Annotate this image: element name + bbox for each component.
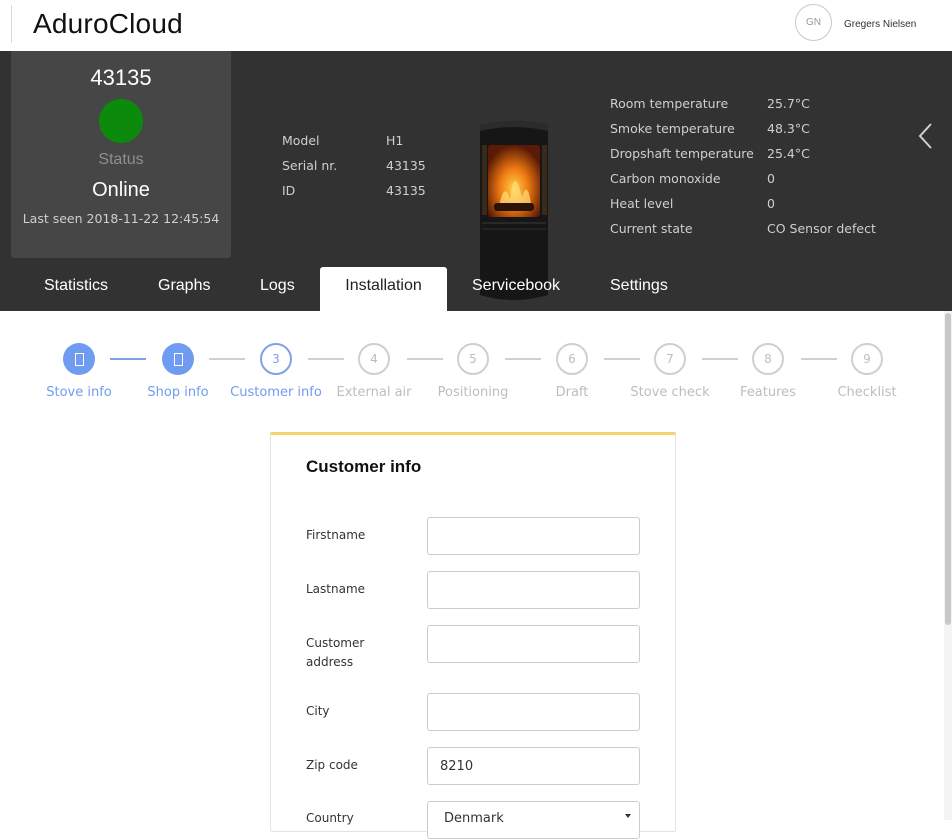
step-4-circle[interactable]: 4 (358, 343, 390, 375)
step-9-circle[interactable]: 9 (851, 343, 883, 375)
firstname-field[interactable] (427, 517, 640, 555)
reading-value: 0 (767, 196, 775, 211)
country-selected-value: Denmark (444, 811, 504, 826)
lastname-field[interactable] (427, 571, 640, 609)
step-8-circle[interactable]: 8 (752, 343, 784, 375)
reading-value: 25.7°C (767, 96, 810, 111)
device-number: 43135 (90, 65, 152, 90)
step-connector (801, 358, 837, 360)
step-1-label[interactable]: Stove info (24, 385, 134, 400)
step-7-circle[interactable]: 7 (654, 343, 686, 375)
spec-value: H1 (386, 133, 404, 148)
lastname-label: Lastname (306, 582, 366, 596)
reading-label: Room temperature (610, 96, 729, 111)
step-connector (604, 358, 640, 360)
reading-value: 48.3°C (767, 121, 810, 136)
step-3-label[interactable]: Customer info (221, 385, 331, 400)
tab-logs[interactable]: Logs (260, 267, 295, 311)
step-5-circle[interactable]: 5 (457, 343, 489, 375)
status-indicator-dot (99, 99, 143, 143)
status-label: Status (98, 151, 144, 168)
card-title: Customer info (306, 457, 422, 476)
spec-value: 43135 (386, 158, 426, 173)
step-6-label[interactable]: Draft (517, 385, 627, 400)
reading-value: 0 (767, 171, 775, 186)
header-divider (11, 5, 12, 43)
reading-row: Heat level 0 (610, 196, 910, 221)
device-readings: Room temperature 25.7°C Smoke temperatur… (610, 96, 910, 246)
brand-logo-text[interactable]: AduroCloud (33, 8, 183, 40)
step-connector (209, 358, 245, 360)
spec-label: Model (282, 133, 320, 148)
address-field[interactable] (427, 625, 640, 663)
step-2-label[interactable]: Shop info (123, 385, 233, 400)
step-connector (308, 358, 344, 360)
user-avatar[interactable]: GN (795, 4, 832, 41)
last-seen: Last seen 2018-11-22 12:45:54 (22, 211, 220, 226)
top-header: AduroCloud GN Gregers Nielsen (0, 0, 952, 51)
reading-row: Smoke temperature 48.3°C (610, 121, 910, 146)
reading-row: Dropshaft temperature 25.4°C (610, 146, 910, 171)
device-tabs: Statistics Graphs Logs Installation Serv… (0, 267, 952, 311)
step-connector (110, 358, 146, 360)
address-label: Customer address (306, 636, 365, 669)
step-connector (407, 358, 443, 360)
step-4-label[interactable]: External air (319, 385, 429, 400)
country-label: Country (306, 811, 354, 825)
spec-value: 43135 (386, 183, 426, 198)
zip-label: Zip code (306, 758, 358, 772)
city-field[interactable] (427, 693, 640, 731)
step-1-circle[interactable] (63, 343, 95, 375)
reading-label: Dropshaft temperature (610, 146, 754, 161)
reading-label: Carbon monoxide (610, 171, 721, 186)
customer-info-card: Customer info Firstname Lastname Custome… (270, 432, 676, 839)
tab-installation[interactable]: Installation (320, 267, 447, 311)
step-6-circle[interactable]: 6 (556, 343, 588, 375)
tab-settings[interactable]: Settings (610, 267, 668, 311)
installation-stepper: 3 4 5 6 7 8 9 Stove info Shop info Custo… (0, 342, 944, 412)
reading-label: Heat level (610, 196, 674, 211)
reading-row: Current state CO Sensor defect (610, 221, 910, 246)
reading-value: CO Sensor defect (767, 221, 876, 236)
device-status-card: 43135 Status Online Last seen 2018-11-22… (11, 51, 231, 258)
tab-statistics[interactable]: Statistics (44, 267, 108, 311)
scrollbar-thumb[interactable] (945, 313, 951, 625)
reading-row: Carbon monoxide 0 (610, 171, 910, 196)
country-select[interactable]: Denmark (427, 801, 640, 839)
step-3-circle[interactable]: 3 (260, 343, 292, 375)
city-label: City (306, 704, 330, 718)
step-5-label[interactable]: Positioning (418, 385, 528, 400)
tab-servicebook[interactable]: Servicebook (472, 267, 560, 311)
firstname-label: Firstname (306, 528, 366, 542)
reading-value: 25.4°C (767, 146, 810, 161)
document-icon (173, 352, 183, 366)
tab-graphs[interactable]: Graphs (158, 267, 210, 311)
chevron-left-icon[interactable] (916, 121, 936, 151)
reading-label: Current state (610, 221, 693, 236)
step-9-label[interactable]: Checklist (812, 385, 922, 400)
caret-down-icon (625, 814, 631, 818)
step-8-label[interactable]: Features (713, 385, 823, 400)
spec-label: Serial nr. (282, 158, 338, 173)
reading-row: Room temperature 25.7°C (610, 96, 910, 121)
step-2-circle[interactable] (162, 343, 194, 375)
status-value: Online (92, 179, 150, 201)
reading-label: Smoke temperature (610, 121, 735, 136)
step-7-label[interactable]: Stove check (615, 385, 725, 400)
step-connector (505, 358, 541, 360)
spec-label: ID (282, 183, 296, 198)
user-name[interactable]: Gregers Nielsen (844, 19, 916, 30)
zip-field[interactable] (427, 747, 640, 785)
step-connector (702, 358, 738, 360)
document-icon (74, 352, 84, 366)
